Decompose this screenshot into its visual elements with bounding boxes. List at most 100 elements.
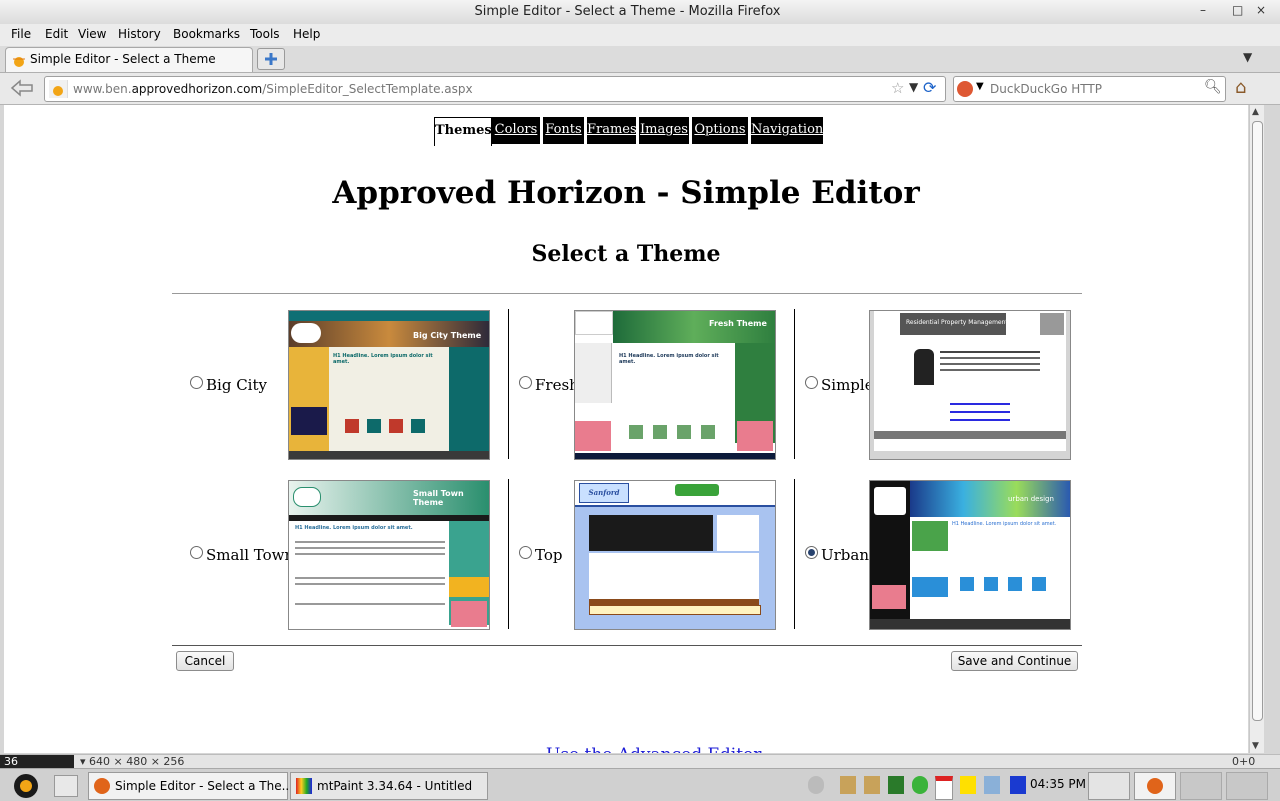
clipboard-icon[interactable]: [840, 776, 856, 794]
status-strip: 36 ▾ 640 × 480 × 256 0+0: [0, 754, 1280, 769]
search-input[interactable]: DuckDuckGo HTTP: [990, 82, 1102, 96]
show-desktop-icon[interactable]: [54, 775, 78, 797]
address-url[interactable]: www.ben.approvedhorizon.com/SimpleEditor…: [73, 82, 473, 96]
search-bar[interactable]: ▼ DuckDuckGo HTTP 🔍︎: [953, 76, 1226, 102]
menu-file[interactable]: File: [11, 27, 31, 41]
volume-icon[interactable]: [808, 776, 824, 794]
workspace-4[interactable]: [1226, 772, 1268, 800]
scroll-down-icon[interactable]: ▼: [1252, 741, 1259, 751]
tab-label: Simple Editor - Select a Theme: [30, 52, 216, 66]
close-window-button[interactable]: ×: [1256, 3, 1266, 17]
network-icon[interactable]: [912, 776, 928, 794]
connection-icon[interactable]: [984, 776, 1000, 794]
theme-preview-urban[interactable]: urban design H1 Headline. Lorem ipsum do…: [869, 480, 1071, 630]
theme-preview-fresh[interactable]: Fresh Theme H1 Headline. Lorem ipsum dol…: [574, 310, 776, 460]
tab-fonts[interactable]: Fonts: [543, 117, 584, 144]
workspace-firefox-icon[interactable]: [1134, 772, 1176, 800]
search-magnifier-icon[interactable]: 🔍︎: [1204, 79, 1222, 95]
scrollbar-thumb[interactable]: [1252, 121, 1263, 721]
save-and-continue-button[interactable]: Save and Continue: [951, 651, 1078, 671]
firefox-icon: [94, 778, 110, 794]
tab-navigation[interactable]: Navigation: [751, 117, 823, 144]
theme-label[interactable]: Simple: [821, 376, 874, 394]
page-content: Themes Colors Fonts Frames Images Option…: [4, 105, 1248, 753]
taskbar-firefox[interactable]: Simple Editor - Select a The...: [88, 772, 293, 800]
column-divider: [794, 309, 795, 459]
new-tab-button[interactable]: [257, 48, 285, 70]
tab-options[interactable]: Options: [692, 117, 748, 144]
cpu-monitor-icon[interactable]: [888, 776, 904, 794]
radio-small-town[interactable]: [190, 546, 203, 559]
theme-banner: Sanford: [579, 483, 629, 503]
back-button[interactable]: [8, 77, 36, 99]
tab-images[interactable]: Images: [639, 117, 689, 144]
page-scrollbar[interactable]: ▲ ▼: [1249, 105, 1264, 753]
calendar-icon[interactable]: [935, 776, 953, 800]
history-dropdown-icon[interactable]: ▼: [909, 80, 918, 94]
reload-icon[interactable]: ⟳: [923, 78, 936, 97]
tab-frames[interactable]: Frames: [587, 117, 637, 144]
menu-tools[interactable]: Tools: [250, 27, 280, 41]
theme-preview-top[interactable]: Sanford: [574, 480, 776, 630]
menu-help[interactable]: Help: [293, 27, 320, 41]
radio-fresh[interactable]: [519, 376, 532, 389]
theme-label[interactable]: Small Town: [206, 546, 294, 564]
theme-headline: H1 Headline. Lorem ipsum dolor sit amet.: [952, 521, 1057, 527]
cancel-button[interactable]: Cancel: [176, 651, 234, 671]
power-icon[interactable]: [960, 776, 976, 794]
radio-simple[interactable]: [805, 376, 818, 389]
theme-preview-small-town[interactable]: Small Town Theme H1 Headline. Lorem ipsu…: [288, 480, 490, 630]
home-icon[interactable]: ⌂: [1235, 77, 1246, 98]
taskbar-label: mtPaint 3.34.64 - Untitled: [317, 779, 473, 793]
menu-bar: File Edit View History Bookmarks Tools H…: [0, 24, 1280, 46]
radio-top[interactable]: [519, 546, 532, 559]
taskbar-label: Simple Editor - Select a The...: [115, 779, 294, 793]
divider: [172, 645, 1082, 646]
advanced-editor-link[interactable]: Use the Advanced Editor: [546, 745, 761, 753]
column-divider: [508, 309, 509, 459]
theme-label[interactable]: Big City: [206, 376, 267, 394]
theme-preview-simple[interactable]: Residential Property Management: [869, 310, 1071, 460]
notes-icon[interactable]: [864, 776, 880, 794]
back-arrow-icon: [10, 79, 33, 97]
divider: [172, 293, 1082, 294]
theme-headline: H1 Headline. Lorem ipsum dolor sit amet.: [619, 353, 719, 365]
start-menu-icon[interactable]: [14, 774, 38, 798]
browser-tab[interactable]: Simple Editor - Select a Theme: [5, 47, 253, 72]
theme-label[interactable]: Fresh: [535, 376, 579, 394]
mtpaint-icon: [296, 778, 312, 794]
theme-label[interactable]: Top: [535, 546, 562, 564]
radio-urban[interactable]: [805, 546, 818, 559]
theme-preview-big-city[interactable]: Big City Theme H1 Headline. Lorem ipsum …: [288, 310, 490, 460]
battery-icon[interactable]: [1010, 776, 1026, 794]
scroll-up-icon[interactable]: ▲: [1252, 107, 1259, 117]
tab-colors[interactable]: Colors: [492, 117, 540, 144]
theme-banner: Residential Property Management: [906, 319, 1008, 326]
duckduckgo-icon[interactable]: [957, 81, 973, 97]
navigation-bar: www.ben.approvedhorizon.com/SimpleEditor…: [0, 73, 1280, 105]
taskbar-mtpaint[interactable]: mtPaint 3.34.64 - Untitled: [290, 772, 488, 800]
workspace-switcher-icon[interactable]: [1088, 772, 1130, 800]
theme-banner: Small Town Theme: [413, 489, 464, 507]
minimize-button[interactable]: –: [1200, 3, 1206, 17]
page-subtitle: Select a Theme: [531, 241, 721, 267]
site-identity-icon[interactable]: [49, 80, 68, 98]
maximize-button[interactable]: □: [1232, 3, 1243, 17]
menu-view[interactable]: View: [78, 27, 106, 41]
clock[interactable]: 04:35 PM: [1030, 777, 1086, 791]
workspace-3[interactable]: [1180, 772, 1222, 800]
radio-big-city[interactable]: [190, 376, 203, 389]
engine-dropdown-icon[interactable]: ▼: [976, 81, 984, 92]
tab-themes[interactable]: Themes: [434, 117, 492, 146]
theme-banner: urban design: [1008, 495, 1054, 503]
theme-label[interactable]: Urban: [821, 546, 869, 564]
theme-headline: H1 Headline. Lorem ipsum dolor sit amet.: [333, 353, 433, 365]
taskbar: Simple Editor - Select a The... mtPaint …: [0, 768, 1280, 801]
address-bar[interactable]: www.ben.approvedhorizon.com/SimpleEditor…: [44, 76, 946, 102]
menu-edit[interactable]: Edit: [45, 27, 68, 41]
bookmark-star-icon[interactable]: ☆: [891, 79, 904, 97]
menu-bookmarks[interactable]: Bookmarks: [173, 27, 240, 41]
site-favicon-icon: [13, 57, 25, 67]
tab-list-chevron-icon[interactable]: ▼: [1243, 50, 1252, 64]
menu-history[interactable]: History: [118, 27, 161, 41]
